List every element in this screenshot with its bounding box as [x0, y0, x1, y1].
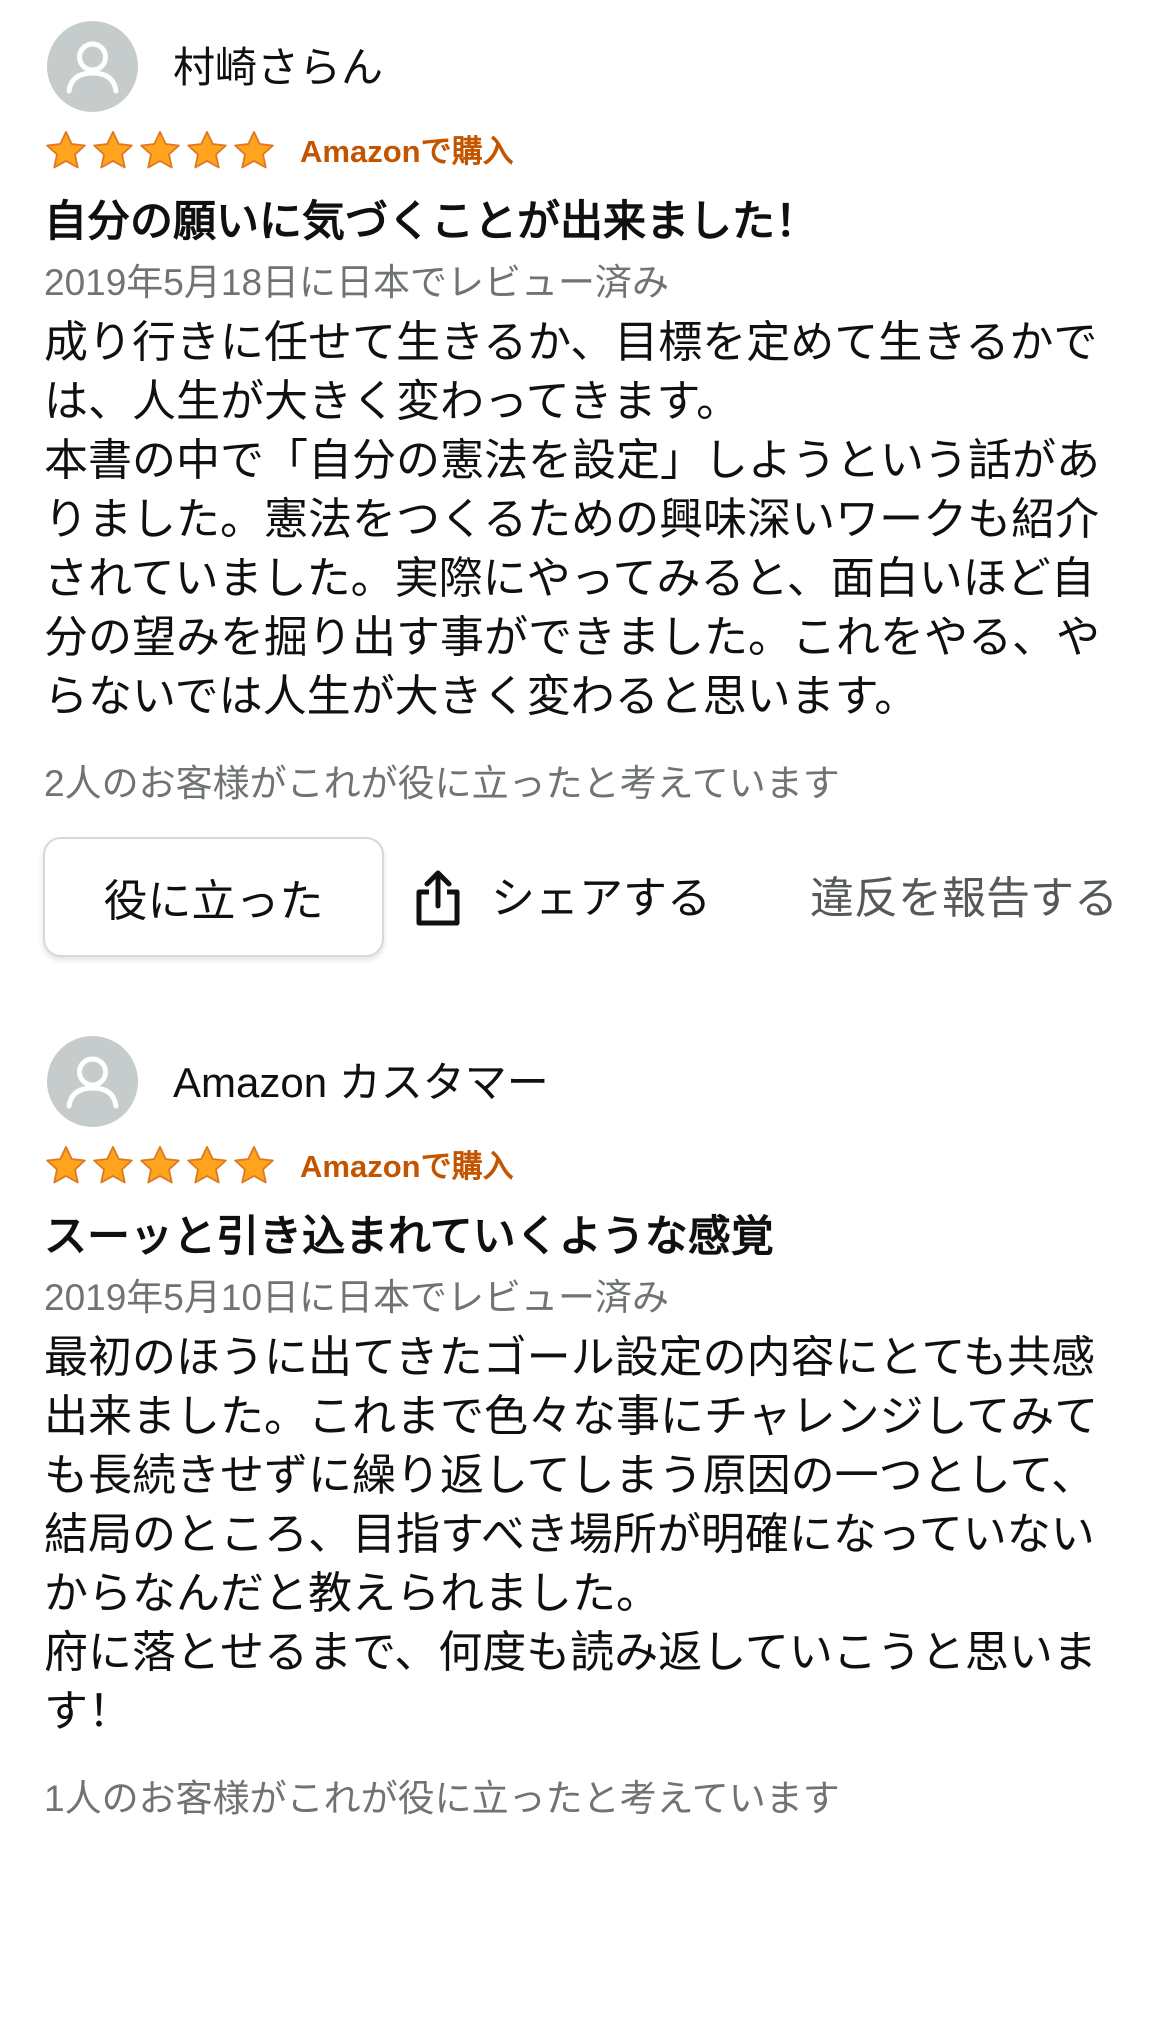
- review-card: 村崎さらん Amazonで購入 自分の願いに気づくことが出来ました！ 2019年…: [0, 0, 1170, 1015]
- review-body-line: 分の望みを掘り出す事ができました。これをやる、や: [44, 613, 1100, 662]
- avatar: [47, 21, 138, 112]
- verified-purchase-badge: Amazonで購入: [300, 1149, 514, 1184]
- helpful-count: 1人のお客様がこれが役に立ったと考えています: [44, 1778, 840, 1819]
- star-icon: [44, 1144, 88, 1188]
- verified-purchase-badge: Amazonで購入: [300, 134, 514, 169]
- review-date: 2019年5月10日に日本でレビュー済み: [44, 1277, 670, 1318]
- reviewer-name[interactable]: 村崎さらん: [173, 43, 383, 93]
- review-body-line: からなんだと教えられました。: [44, 1569, 660, 1618]
- review-body-line: 本書の中で「自分の憲法を設定」しようという話があ: [44, 436, 1100, 485]
- star-icon: [91, 1144, 135, 1188]
- star-icon: [185, 1144, 229, 1188]
- helpful-button[interactable]: 役に立った: [43, 837, 384, 957]
- helpful-count: 2人のお客様がこれが役に立ったと考えています: [44, 763, 840, 804]
- reviewer-name[interactable]: Amazon カスタマー: [173, 1058, 549, 1108]
- review-body-line: 最初のほうに出てきたゴール設定の内容にとても共感: [44, 1333, 1096, 1382]
- review-title[interactable]: スーッと引き込まれていくような感覚: [44, 1211, 774, 1263]
- review-body-line: されていました。実際にやってみると、面白いほど自: [44, 554, 1095, 603]
- person-icon: [47, 1036, 138, 1127]
- review-card: Amazon カスタマー Amazonで購入 スーッと引き込まれていくような感覚…: [0, 1015, 1170, 2030]
- review-body: 成り行きに任せて生きるか、目標を定めて生きるかで は、人生が大きく変わってきます…: [44, 313, 1100, 726]
- share-icon[interactable]: [412, 868, 464, 928]
- star-icon: [232, 129, 276, 173]
- review-date: 2019年5月18日に日本でレビュー済み: [44, 262, 670, 303]
- review-body-line: らないでは人生が大きく変わると思います。: [44, 672, 919, 721]
- star-icon: [44, 129, 88, 173]
- avatar: [47, 1036, 138, 1127]
- report-abuse-link[interactable]: 違反を報告する: [810, 869, 1118, 929]
- review-body-line: 出来ました。これまで色々な事にチャレンジしてみて: [44, 1392, 1099, 1441]
- review-body-line: 成り行きに任せて生きるか、目標を定めて生きるかで: [44, 318, 1098, 367]
- review-body-line: りました。憲法をつくるための興味深いワークも紹介: [44, 495, 1100, 544]
- share-button[interactable]: シェアする: [491, 869, 711, 929]
- person-icon: [47, 21, 138, 112]
- review-title[interactable]: 自分の願いに気づくことが出来ました！: [44, 196, 818, 248]
- star-rating[interactable]: [44, 1144, 276, 1190]
- review-body-line: 結局のところ、目指すべき場所が明確になっていない: [44, 1510, 1095, 1559]
- review-body-line: す！: [44, 1687, 132, 1736]
- review-body: 最初のほうに出てきたゴール設定の内容にとても共感 出来ました。これまで色々な事に…: [44, 1328, 1098, 1741]
- star-rating[interactable]: [44, 129, 276, 175]
- star-icon: [91, 129, 135, 173]
- star-icon: [138, 1144, 182, 1188]
- review-body-line: は、人生が大きく変わってきます。: [44, 377, 741, 426]
- star-icon: [185, 129, 229, 173]
- review-body-line: も長続きせずに繰り返してしまう原因の一つとして、: [44, 1451, 1096, 1500]
- review-body-line: 府に落とせるまで、何度も読み返していこうと思いま: [44, 1628, 1097, 1677]
- star-icon: [232, 1144, 276, 1188]
- star-icon: [138, 129, 182, 173]
